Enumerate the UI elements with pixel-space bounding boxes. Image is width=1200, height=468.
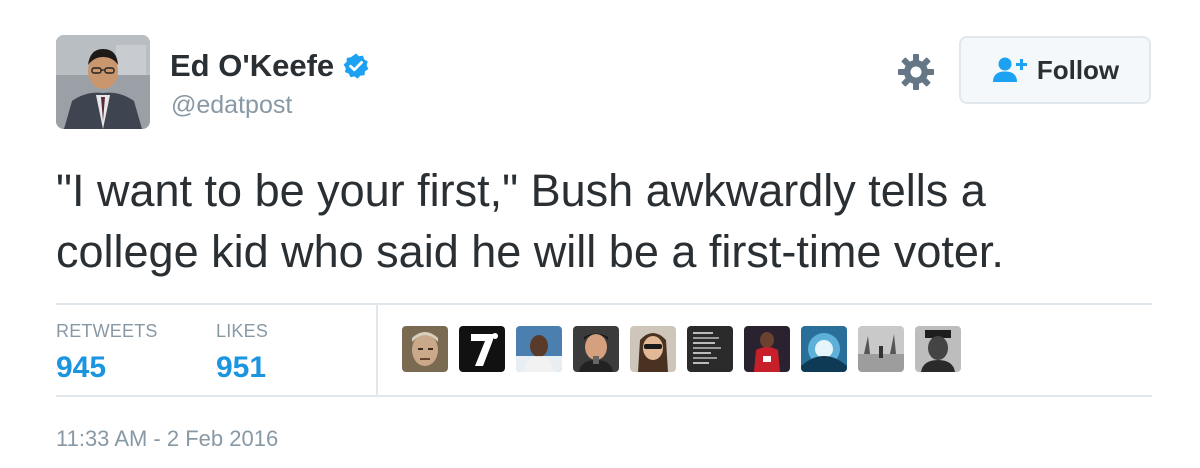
tweet-timestamp[interactable]: 11:33 AM - 2 Feb 2016 bbox=[56, 424, 278, 454]
face-avatar-icon bbox=[915, 326, 961, 372]
stats-divider-bottom bbox=[56, 395, 1152, 397]
follow-label: Follow bbox=[1036, 54, 1120, 85]
face-avatar-icon bbox=[516, 326, 562, 372]
liker-avatar[interactable] bbox=[459, 326, 505, 372]
liker-avatar[interactable] bbox=[402, 326, 448, 372]
author-handle[interactable]: @edatpost bbox=[171, 89, 292, 121]
author-display-name[interactable]: Ed O'Keefe bbox=[170, 46, 334, 86]
retweets-stat[interactable]: RETWEETS 945 bbox=[56, 320, 158, 388]
author-avatar[interactable] bbox=[56, 35, 150, 129]
beach-avatar-icon bbox=[858, 326, 904, 372]
face-avatar-icon bbox=[573, 326, 619, 372]
tweet-text: "I want to be your first," Bush awkwardl… bbox=[56, 165, 1004, 277]
verified-badge-icon bbox=[342, 52, 370, 80]
likers-avatars bbox=[402, 326, 972, 372]
text-avatar-icon bbox=[687, 326, 733, 372]
liker-avatar[interactable] bbox=[744, 326, 790, 372]
retweets-label: RETWEETS bbox=[56, 321, 158, 341]
basketball-avatar-icon bbox=[744, 326, 790, 372]
likes-count: 951 bbox=[216, 351, 267, 384]
liker-avatar[interactable] bbox=[801, 326, 847, 372]
likes-label: LIKES bbox=[216, 321, 269, 341]
likes-stat[interactable]: LIKES 951 bbox=[216, 320, 268, 388]
gear-icon[interactable] bbox=[896, 52, 936, 92]
abstract-avatar-icon bbox=[801, 326, 847, 372]
stats-divider-top bbox=[56, 303, 1152, 305]
liker-avatar[interactable] bbox=[573, 326, 619, 372]
liker-avatar[interactable] bbox=[687, 326, 733, 372]
liker-avatar[interactable] bbox=[630, 326, 676, 372]
add-user-icon bbox=[991, 56, 1029, 84]
liker-avatar[interactable] bbox=[858, 326, 904, 372]
follow-button[interactable]: Follow bbox=[959, 36, 1151, 104]
profile-photo-icon bbox=[56, 35, 150, 129]
liker-avatar[interactable] bbox=[915, 326, 961, 372]
author-name-row: Ed O'Keefe bbox=[170, 46, 370, 86]
face-avatar-icon bbox=[630, 326, 676, 372]
stats-divider-vertical bbox=[376, 305, 378, 395]
retweets-count: 945 bbox=[56, 351, 107, 384]
liker-avatar[interactable] bbox=[516, 326, 562, 372]
number-seven-avatar-icon bbox=[459, 326, 505, 372]
face-avatar-icon bbox=[402, 326, 448, 372]
